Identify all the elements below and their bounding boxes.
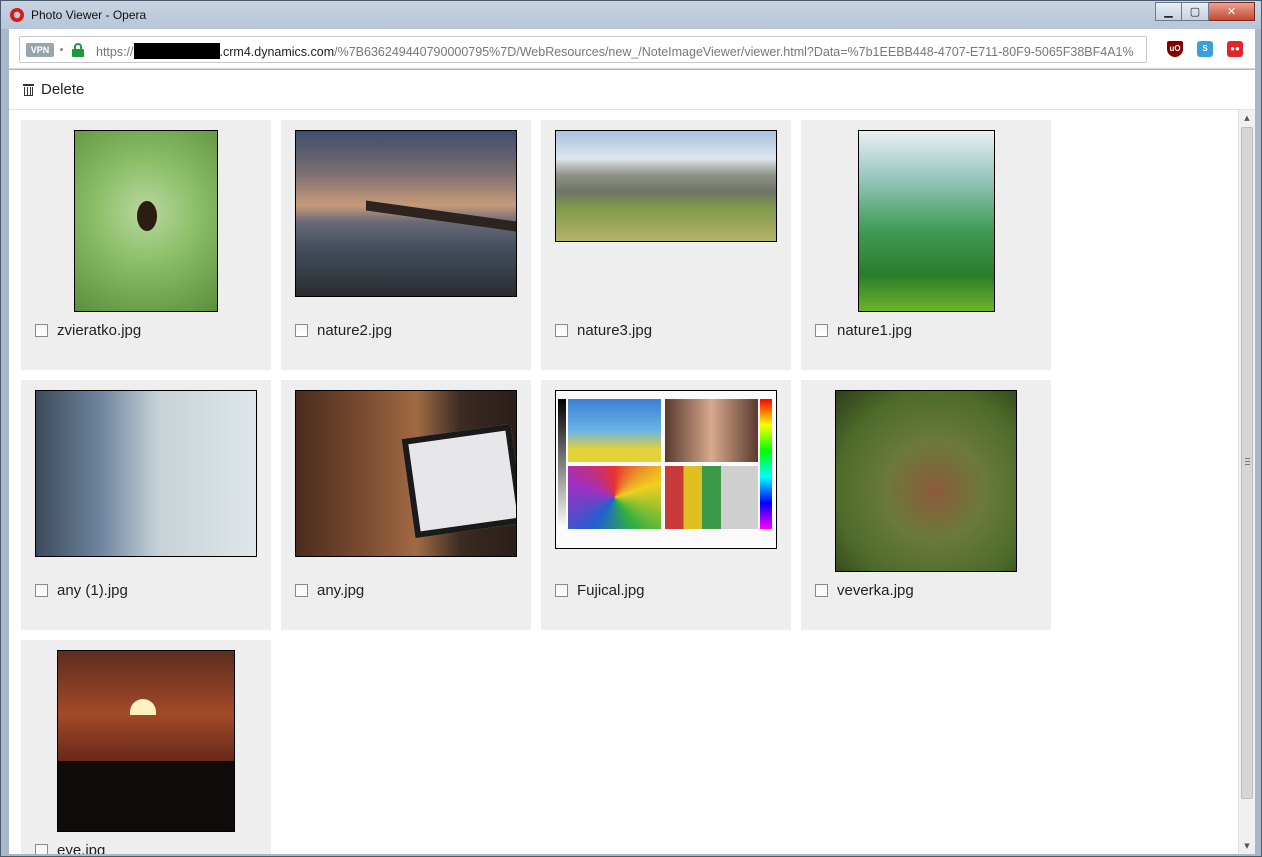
- gallery-tile[interactable]: any.jpg: [281, 380, 531, 630]
- toolbar: Delete: [9, 70, 1255, 110]
- vertical-scrollbar[interactable]: ▲ ▼: [1238, 110, 1255, 854]
- select-checkbox[interactable]: [295, 324, 308, 337]
- file-name: nature2.jpg: [317, 322, 393, 339]
- select-checkbox[interactable]: [815, 324, 828, 337]
- title-bar[interactable]: Photo Viewer - Opera ▁ ▢ ✕: [1, 1, 1261, 29]
- tile-label: Fujical.jpg: [555, 582, 645, 599]
- extension-icons: uO S ●●: [1167, 41, 1243, 57]
- trash-icon: [23, 83, 34, 96]
- thumbnail-image[interactable]: [295, 130, 517, 297]
- thumbnail-image[interactable]: [555, 130, 777, 242]
- minimize-button[interactable]: ▁: [1155, 2, 1182, 21]
- page-content: Delete zvieratko.jpg nature2.jpg nature3…: [9, 70, 1255, 854]
- gallery-tile[interactable]: zvieratko.jpg: [21, 120, 271, 370]
- gallery-tile[interactable]: eye.jpg: [21, 640, 271, 854]
- ublock-icon[interactable]: uO: [1167, 41, 1183, 57]
- tile-label: eye.jpg: [35, 842, 105, 854]
- tile-label: nature1.jpg: [815, 322, 912, 339]
- thumbnail-image[interactable]: [35, 390, 257, 557]
- file-name: Fujical.jpg: [577, 582, 645, 599]
- thumbnail-image[interactable]: [74, 130, 218, 312]
- file-name: any (1).jpg: [57, 582, 128, 599]
- thumbnail-image[interactable]: [295, 390, 517, 557]
- vpn-badge[interactable]: VPN: [26, 43, 54, 57]
- delete-button[interactable]: Delete: [23, 81, 84, 98]
- image-gallery: zvieratko.jpg nature2.jpg nature3.jpg na…: [21, 120, 1237, 854]
- thumbnail-image[interactable]: [57, 650, 235, 832]
- tile-label: any (1).jpg: [35, 582, 128, 599]
- url-prefix: https://: [96, 45, 134, 59]
- file-name: veverka.jpg: [837, 582, 914, 599]
- url-text[interactable]: https:// .crm4.dynamics.com/%7B6362494407…: [96, 43, 1142, 59]
- select-checkbox[interactable]: [555, 584, 568, 597]
- scroll-up-arrow-icon[interactable]: ▲: [1239, 110, 1255, 126]
- gallery-tile[interactable]: any (1).jpg: [21, 380, 271, 630]
- extension-icon[interactable]: ●●: [1227, 41, 1243, 57]
- url-field[interactable]: VPN https:// .crm4.dynamics.com/%7B636249…: [19, 36, 1147, 63]
- browser-window: Photo Viewer - Opera ▁ ▢ ✕ VPN https://.…: [0, 0, 1262, 857]
- select-checkbox[interactable]: [555, 324, 568, 337]
- gallery-tile[interactable]: veverka.jpg: [801, 380, 1051, 630]
- select-checkbox[interactable]: [35, 324, 48, 337]
- select-checkbox[interactable]: [35, 584, 48, 597]
- window-title: Photo Viewer - Opera: [31, 8, 147, 22]
- file-name: eye.jpg: [57, 842, 106, 854]
- thumbnail-image[interactable]: [835, 390, 1017, 572]
- url-path: /%7B636249440790000795%7D/WebResources/n…: [334, 45, 1134, 59]
- delete-label: Delete: [41, 81, 85, 98]
- skype-icon[interactable]: S: [1197, 41, 1213, 57]
- gallery-tile[interactable]: Fujical.jpg: [541, 380, 791, 630]
- grip-icon: [1245, 458, 1250, 465]
- scroll-thumb[interactable]: [1241, 127, 1253, 799]
- select-checkbox[interactable]: [35, 844, 48, 854]
- separator-dot: [60, 48, 63, 51]
- url-host: .crm4.dynamics.com: [219, 45, 335, 59]
- tile-label: nature3.jpg: [555, 322, 652, 339]
- gallery-tile[interactable]: nature1.jpg: [801, 120, 1051, 370]
- close-button[interactable]: ✕: [1209, 2, 1255, 21]
- window-controls: ▁ ▢ ✕: [1155, 2, 1255, 21]
- opera-logo-icon: [10, 8, 24, 22]
- gallery-tile[interactable]: nature2.jpg: [281, 120, 531, 370]
- redacted-block: [133, 43, 220, 59]
- file-name: any.jpg: [317, 582, 365, 599]
- tile-label: any.jpg: [295, 582, 364, 599]
- tile-label: nature2.jpg: [295, 322, 392, 339]
- tile-label: zvieratko.jpg: [35, 322, 141, 339]
- thumbnail-image[interactable]: [555, 390, 777, 549]
- lock-icon[interactable]: [72, 43, 84, 57]
- file-name: zvieratko.jpg: [57, 322, 142, 339]
- file-name: nature3.jpg: [577, 322, 653, 339]
- thumbnail-image[interactable]: [858, 130, 995, 312]
- tile-label: veverka.jpg: [815, 582, 914, 599]
- gallery-tile[interactable]: nature3.jpg: [541, 120, 791, 370]
- select-checkbox[interactable]: [295, 584, 308, 597]
- file-name: nature1.jpg: [837, 322, 913, 339]
- scroll-down-arrow-icon[interactable]: ▼: [1239, 838, 1255, 854]
- address-bar: VPN https:// .crm4.dynamics.com/%7B636249…: [9, 29, 1255, 69]
- maximize-button[interactable]: ▢: [1182, 2, 1209, 21]
- select-checkbox[interactable]: [815, 584, 828, 597]
